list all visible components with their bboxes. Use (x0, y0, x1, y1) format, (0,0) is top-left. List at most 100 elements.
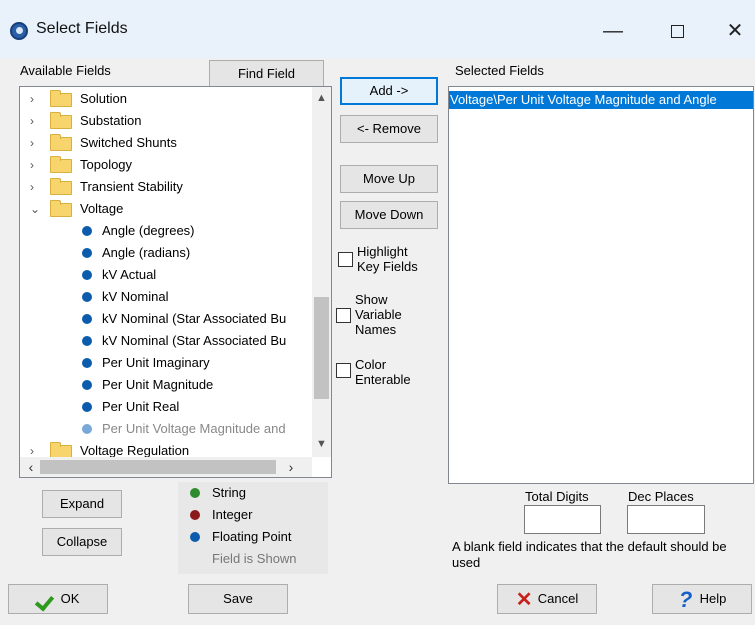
horizontal-scroll-thumb[interactable] (40, 460, 276, 474)
folder-icon (50, 178, 72, 195)
chevron-right-icon[interactable]: › (30, 176, 44, 198)
red-dot-icon (190, 510, 200, 520)
available-fields-label: Available Fields (20, 63, 111, 78)
tree-item-label: kV Nominal (Star Associated Bu (102, 333, 287, 348)
collapse-button[interactable]: Collapse (42, 528, 122, 556)
tree-folder-item[interactable]: › Topology (20, 154, 312, 176)
chevron-right-icon[interactable]: › (30, 88, 44, 110)
maximize-icon (670, 25, 684, 39)
floating-point-dot-icon (82, 380, 92, 390)
checkmark-icon (37, 593, 55, 607)
tree-item-label: Voltage (80, 201, 124, 216)
show-variable-names-checkbox[interactable] (336, 308, 351, 323)
tree-folder-item[interactable]: › Transient Stability (20, 176, 312, 198)
total-digits-label: Total Digits (525, 489, 589, 504)
floating-point-dot-icon (82, 226, 92, 236)
tree-item-label: Transient Stability (80, 179, 183, 194)
floating-point-dot-icon (82, 248, 92, 258)
folder-icon (50, 134, 72, 151)
dec-places-label: Dec Places (628, 489, 694, 504)
tree-item-label: Substation (80, 113, 142, 128)
dec-places-input[interactable] (627, 505, 705, 534)
chevron-right-icon[interactable]: › (30, 154, 44, 176)
tree-field-item[interactable]: Per Unit Real (20, 396, 312, 418)
tree-item-label: kV Nominal (102, 289, 169, 304)
tree-horizontal-scrollbar[interactable]: ‹ › (20, 457, 312, 477)
scroll-up-arrow[interactable]: ▲ (312, 89, 331, 107)
tree-field-item[interactable]: Per Unit Imaginary (20, 352, 312, 374)
tree-item-label: Per Unit Real (102, 399, 180, 414)
cancel-x-icon: ✕ (515, 588, 533, 611)
highlight-key-fields-checkbox[interactable] (338, 252, 353, 267)
window-title: Select Fields (36, 20, 128, 37)
color-enterable-label: Color Enterable (355, 357, 411, 387)
tree-field-item[interactable]: kV Nominal (20, 286, 312, 308)
tree-folder-item[interactable]: › Solution (20, 88, 312, 110)
close-button[interactable]: ✕ (712, 14, 755, 48)
highlight-key-fields-label: Highlight Key Fields (357, 244, 418, 274)
available-fields-tree[interactable]: › Solution › Substation › Switched Shunts › Top… (19, 86, 332, 478)
tree-field-item[interactable]: kV Nominal (Star Associated Bu (20, 330, 312, 352)
tree-field-item[interactable]: Per Unit Voltage Magnitude and (20, 418, 312, 440)
tree-field-item[interactable]: kV Actual (20, 264, 312, 286)
list-item[interactable]: Voltage\Per Unit Voltage Magnitude and A… (449, 91, 753, 109)
show-variable-names-label: Show Variable Names (355, 292, 402, 337)
remove-button[interactable]: <- Remove (340, 115, 438, 143)
tree-item-label: Per Unit Magnitude (102, 377, 214, 392)
floating-point-dot-icon (82, 358, 92, 368)
help-button[interactable]: ? Help (652, 584, 752, 614)
tree-item-label: Solution (80, 91, 127, 106)
tree-item-label: Per Unit Voltage Magnitude and (102, 421, 286, 436)
move-up-button[interactable]: Move Up (340, 165, 438, 193)
tree-item-label: kV Nominal (Star Associated Bu (102, 311, 287, 326)
add-button[interactable]: Add -> (340, 77, 438, 105)
blank-field-hint: A blank field indicates that the default… (452, 539, 727, 570)
tree-field-item[interactable]: Per Unit Magnitude (20, 374, 312, 396)
floating-point-dot-icon (82, 336, 92, 346)
selected-fields-list[interactable]: Voltage\Per Unit Voltage Magnitude and A… (448, 86, 754, 484)
vertical-scroll-thumb[interactable] (314, 297, 329, 399)
save-button[interactable]: Save (188, 584, 288, 614)
tree-field-item[interactable]: Angle (radians) (20, 242, 312, 264)
tree-item-label: Angle (radians) (102, 245, 191, 260)
folder-icon (50, 90, 72, 107)
move-down-button[interactable]: Move Down (340, 201, 438, 229)
floating-point-dot-icon (82, 424, 92, 434)
scroll-left-arrow[interactable]: ‹ (22, 457, 40, 477)
blue-dot-icon (190, 532, 200, 542)
chevron-down-icon[interactable]: ⌄ (30, 198, 44, 220)
floating-point-dot-icon (82, 402, 92, 412)
tree-folder-item[interactable]: › Switched Shunts (20, 132, 312, 154)
color-enterable-checkbox[interactable] (336, 363, 351, 378)
floating-point-dot-icon (82, 292, 92, 302)
scroll-right-arrow[interactable]: › (282, 457, 300, 477)
ok-button[interactable]: OK (8, 584, 108, 614)
chevron-right-icon[interactable]: › (30, 110, 44, 132)
minimize-button[interactable]: — (590, 14, 636, 48)
tree-folder-item[interactable]: ⌄ Voltage (20, 198, 312, 220)
app-icon (10, 22, 28, 40)
tree-field-item[interactable]: Angle (degrees) (20, 220, 312, 242)
chevron-right-icon[interactable]: › (30, 132, 44, 154)
tree-item-label: Topology (80, 157, 133, 172)
folder-icon (50, 200, 72, 217)
cancel-button[interactable]: ✕ Cancel (497, 584, 597, 614)
maximize-button[interactable] (654, 14, 700, 48)
type-legend: String Integer Floating Point Field is S… (178, 482, 328, 574)
help-question-icon: ? (678, 586, 693, 612)
selected-fields-label: Selected Fields (455, 63, 544, 78)
find-field-button[interactable]: Find Field (209, 60, 324, 88)
expand-button[interactable]: Expand (42, 490, 122, 518)
title-bar: Select Fields — ✕ (0, 0, 755, 58)
folder-icon (50, 112, 72, 129)
floating-point-dot-icon (82, 314, 92, 324)
tree-item-label: Per Unit Imaginary (102, 355, 210, 370)
total-digits-input[interactable] (524, 505, 601, 534)
tree-item-label: kV Actual (102, 267, 157, 282)
scroll-down-arrow[interactable]: ▼ (312, 435, 331, 453)
tree-item-label: Angle (degrees) (102, 223, 195, 238)
folder-icon (50, 156, 72, 173)
tree-folder-item[interactable]: › Substation (20, 110, 312, 132)
tree-field-item[interactable]: kV Nominal (Star Associated Bu (20, 308, 312, 330)
tree-vertical-scrollbar[interactable]: ▲ ▼ (312, 87, 331, 457)
